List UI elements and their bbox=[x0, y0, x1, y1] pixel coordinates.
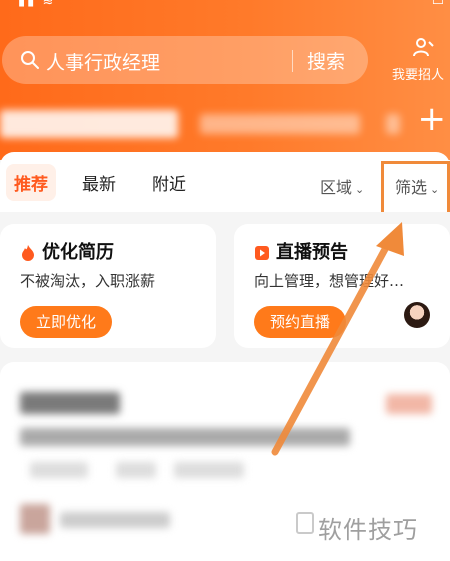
region-label: 区域 bbox=[320, 178, 353, 197]
recruit-label: 我要招人 bbox=[392, 68, 445, 83]
live-card-title-text: 直播预告 bbox=[276, 242, 348, 263]
job-intent-tabs[interactable] bbox=[0, 104, 450, 144]
header-bar: ▮▮ ≋ ▭ 人事行政经理 搜索 我要招人 + bbox=[0, 0, 450, 160]
blurred-tag bbox=[116, 462, 156, 478]
resume-card-title: 优化简历 bbox=[20, 238, 114, 264]
recruit-button[interactable]: 我要招人 bbox=[388, 36, 450, 86]
watermark-text: 软件技巧 bbox=[318, 516, 418, 544]
host-avatar bbox=[404, 302, 430, 328]
region-dropdown[interactable]: 区域 ⌄ bbox=[320, 174, 364, 198]
live-card-subtitle: 向上管理，想管理好… bbox=[254, 272, 405, 290]
filter-highlight-box bbox=[381, 161, 450, 215]
optimize-now-button[interactable]: 立即优化 bbox=[20, 306, 113, 338]
blurred-recruiter-info bbox=[60, 512, 170, 528]
blurred-job-title bbox=[20, 392, 120, 414]
add-intent-icon[interactable]: + bbox=[418, 102, 447, 136]
search-icon bbox=[21, 51, 39, 69]
blurred-job-tab[interactable] bbox=[200, 114, 360, 134]
search-bar[interactable]: 人事行政经理 搜索 bbox=[2, 36, 368, 84]
blurred-tag bbox=[30, 462, 88, 478]
blurred-salary bbox=[386, 394, 432, 414]
battery-icon: ▭ bbox=[431, 0, 444, 9]
fire-icon bbox=[22, 245, 34, 261]
reserve-live-button[interactable]: 预约直播 bbox=[254, 306, 347, 338]
person-add-icon bbox=[413, 38, 434, 57]
tab-nearby[interactable]: 附近 bbox=[152, 170, 186, 195]
blurred-job-tab[interactable] bbox=[386, 114, 400, 134]
live-card-title: 直播预告 bbox=[254, 238, 348, 264]
resume-card-subtitle: 不被淘汰，入职涨薪 bbox=[20, 272, 156, 290]
search-divider bbox=[292, 50, 293, 72]
chevron-down-icon: ⌄ bbox=[355, 183, 365, 196]
status-bar: ▮▮ ≋ ▭ bbox=[0, 0, 450, 18]
blurred-job-tab[interactable] bbox=[0, 110, 178, 138]
blurred-tag bbox=[174, 462, 244, 478]
search-input[interactable]: 人事行政经理 bbox=[46, 48, 160, 75]
resume-card-title-text: 优化简历 bbox=[42, 242, 114, 263]
blurred-company-info bbox=[20, 428, 350, 446]
resume-card[interactable]: 优化简历 不被淘汰，入职涨薪 立即优化 bbox=[0, 224, 216, 348]
live-play-icon bbox=[255, 246, 269, 260]
tab-latest[interactable]: 最新 bbox=[82, 170, 116, 195]
blurred-recruiter-avatar bbox=[20, 504, 50, 534]
tab-recommend[interactable]: 推荐 bbox=[6, 164, 56, 201]
signal-icon: ▮▮ ≋ bbox=[18, 0, 56, 9]
search-button[interactable]: 搜索 bbox=[307, 47, 345, 74]
watermark-icon bbox=[296, 512, 314, 534]
live-card[interactable]: 直播预告 向上管理，想管理好… 预约直播 bbox=[234, 224, 450, 348]
